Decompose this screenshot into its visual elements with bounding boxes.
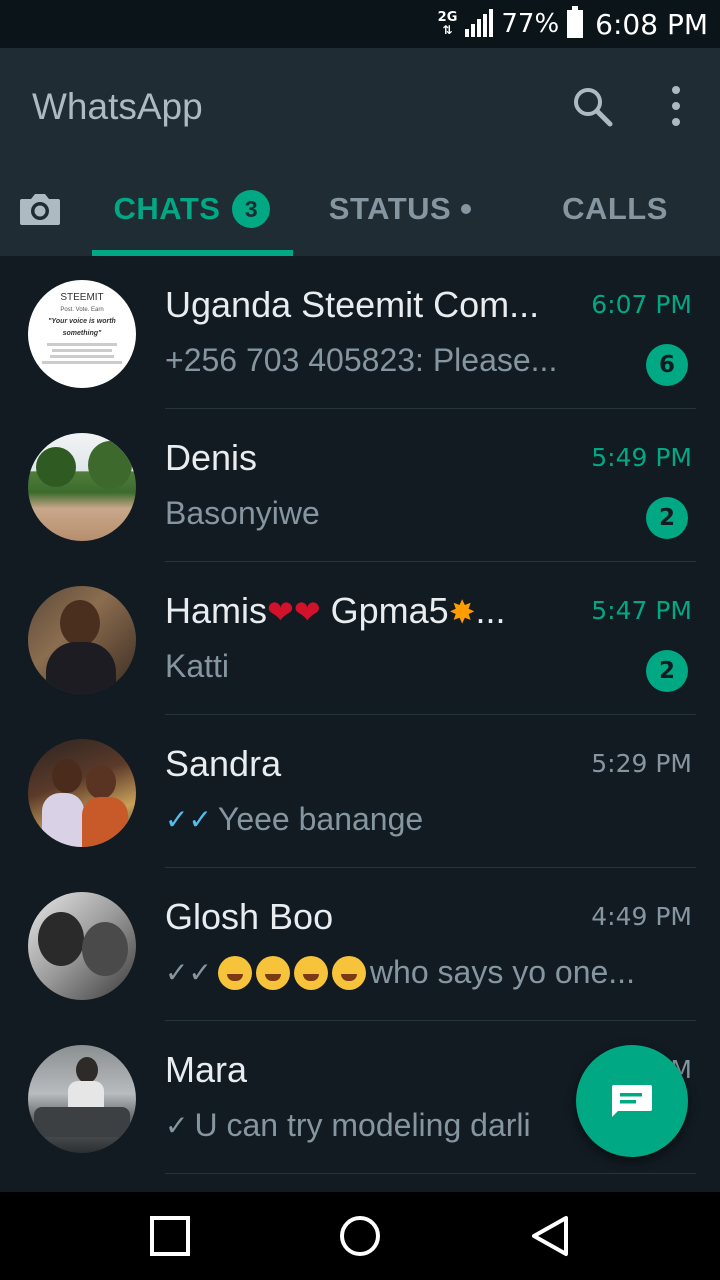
- search-icon: [574, 88, 613, 127]
- chat-name-text: Hamis: [165, 590, 268, 631]
- chat-name: Uganda Steemit Com...: [165, 284, 540, 325]
- chat-preview: Katti: [165, 648, 229, 685]
- tab-status-label: STATUS: [328, 191, 452, 226]
- tab-chats-badge: 3: [232, 190, 271, 228]
- back-icon: [532, 1216, 568, 1256]
- app-title: WhatsApp: [32, 86, 203, 127]
- chat-preview-text: +256 703 405823: Please...: [165, 342, 558, 378]
- clock: 6:08 PM: [595, 7, 708, 41]
- more-options-button[interactable]: [654, 82, 698, 130]
- chat-time: 4:49 PM: [591, 902, 692, 931]
- status-update-dot: [461, 204, 472, 214]
- unread-count-badge: 2: [646, 497, 688, 539]
- camera-icon: [20, 194, 60, 225]
- home-button[interactable]: [300, 1192, 420, 1280]
- chat-time: 5:47 PM: [591, 596, 692, 625]
- search-button[interactable]: [568, 82, 616, 130]
- rofl-emoji-icon: [217, 955, 252, 990]
- chat-preview-text: who says yo one...: [369, 954, 635, 990]
- app-bar: WhatsApp CHATS 3 STATUS CALLS: [0, 48, 720, 256]
- double-check-read-icon: ✓✓: [165, 804, 212, 835]
- chat-name: Sandra: [165, 743, 282, 784]
- chat-preview: ✓ U can try modeling darli: [165, 1107, 531, 1144]
- tab-status[interactable]: STATUS: [300, 168, 500, 250]
- heart-emoji-icon: ❤❤: [267, 594, 321, 630]
- unread-count-badge: 2: [646, 650, 688, 692]
- home-icon: [340, 1216, 380, 1256]
- tab-calls[interactable]: CALLS: [510, 168, 720, 250]
- avatar: [28, 433, 136, 541]
- chat-preview-text: Basonyiwe: [165, 495, 320, 531]
- tab-calls-label: CALLS: [562, 191, 668, 226]
- network-type-icon: 2G ⇅: [437, 10, 458, 37]
- chat-time: 5:29 PM: [591, 749, 692, 778]
- avatar: [28, 1045, 136, 1153]
- chat-name: Hamis❤❤ Gpma5✸...: [165, 590, 506, 632]
- system-nav-bar: [0, 1192, 720, 1280]
- rofl-emoji-icon: [255, 955, 290, 990]
- recents-icon: [150, 1216, 190, 1256]
- collision-emoji-icon: ✸: [448, 594, 476, 630]
- chat-name-ellipsis: ...: [475, 590, 506, 631]
- chat-name: Mara: [165, 1049, 248, 1090]
- avatar: [28, 892, 136, 1000]
- tab-bar: CHATS 3 STATUS CALLS: [0, 168, 720, 256]
- avatar-poster-title: STEEMIT: [60, 292, 104, 303]
- check-sent-icon: ✓: [165, 1110, 189, 1141]
- avatar-poster-quote: "Your voice is worth something": [48, 318, 116, 337]
- chat-name: Glosh Boo: [165, 896, 334, 937]
- rofl-emoji-icon: [331, 955, 366, 990]
- chat-name-text: Gpma5: [320, 590, 449, 631]
- chat-row[interactable]: Sandra 5:29 PM ✓✓ Yeee banange: [0, 715, 720, 868]
- chat-row[interactable]: Denis 5:49 PM Basonyiwe 2: [0, 409, 720, 562]
- status-bar: 2G ⇅ 77% 6:08 PM: [0, 0, 720, 48]
- more-vert-icon: [672, 86, 680, 126]
- avatar: [28, 739, 136, 847]
- chat-preview: Basonyiwe: [165, 495, 320, 532]
- new-chat-button[interactable]: [576, 1045, 688, 1157]
- chat-preview: +256 703 405823: Please...: [165, 342, 557, 379]
- recents-button[interactable]: [110, 1192, 230, 1280]
- unread-count-badge: 6: [646, 344, 688, 386]
- battery-icon: [567, 6, 584, 38]
- signal-icon: [465, 9, 494, 37]
- chat-preview: ✓✓ who says yo one...: [165, 954, 635, 991]
- chat-preview-text: Yeee banange: [217, 801, 424, 837]
- divider: [165, 1173, 696, 1174]
- chat-preview: ✓✓ Yeee banange: [165, 801, 423, 838]
- rofl-emoji-icon: [293, 955, 328, 990]
- chat-time: 6:07 PM: [591, 290, 692, 319]
- chat-row[interactable]: Hamis❤❤ Gpma5✸... 5:47 PM Katti 2: [0, 562, 720, 715]
- chat-preview-text: Katti: [165, 648, 230, 684]
- chat-time: 5:49 PM: [591, 443, 692, 472]
- avatar-poster-line: Post. Vote. Earn: [60, 307, 104, 313]
- avatar: STEEMIT Post. Vote. Earn "Your voice is …: [28, 280, 136, 388]
- tab-chats[interactable]: CHATS 3: [92, 168, 292, 250]
- tab-chats-label: CHATS: [113, 191, 221, 226]
- back-button[interactable]: [490, 1192, 610, 1280]
- tab-camera[interactable]: [0, 168, 80, 250]
- chat-row[interactable]: STEEMIT Post. Vote. Earn "Your voice is …: [0, 256, 720, 409]
- double-check-delivered-icon: ✓✓: [165, 957, 212, 988]
- new-chat-icon: [612, 1085, 652, 1117]
- battery-percent: 77%: [501, 9, 560, 39]
- chat-name: Denis: [165, 437, 258, 478]
- chat-preview-text: U can try modeling darli: [194, 1107, 531, 1143]
- avatar: [28, 586, 136, 694]
- chat-row[interactable]: Glosh Boo 4:49 PM ✓✓ who says yo one...: [0, 868, 720, 1021]
